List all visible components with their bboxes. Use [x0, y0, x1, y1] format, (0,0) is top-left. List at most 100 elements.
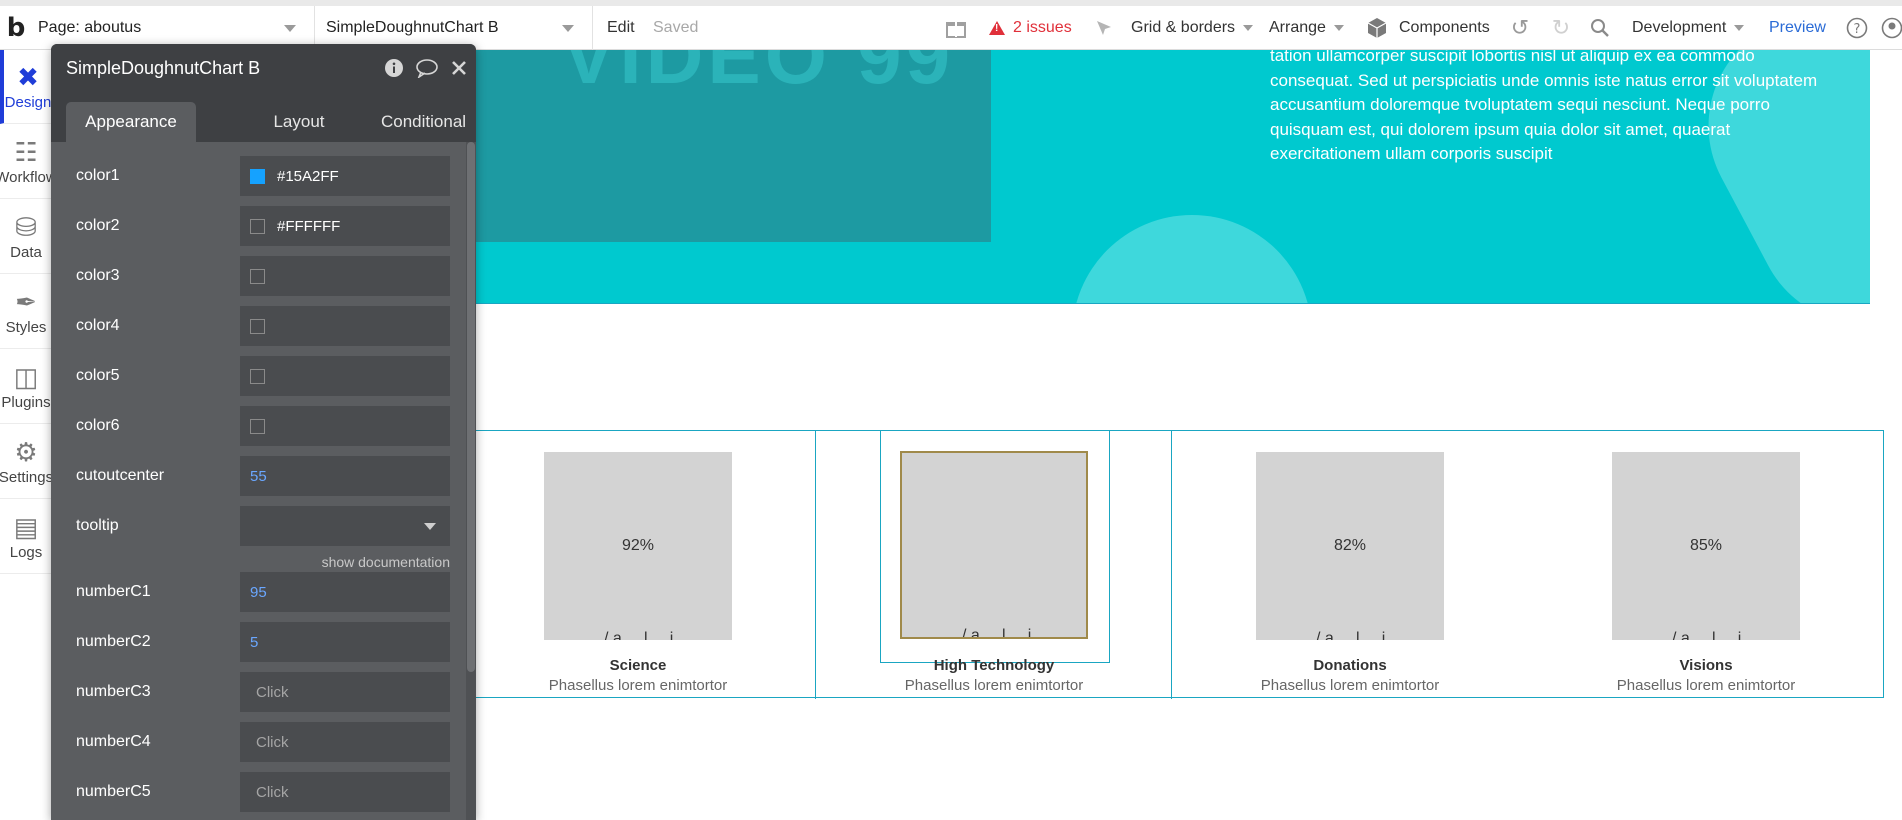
cube-icon	[1367, 18, 1387, 38]
property-editor[interactable]: SimpleDoughnutChart B Appearance Layout …	[51, 44, 476, 820]
stats-group[interactable]: 92% / a ... l ... i Science Phasellus lo…	[472, 430, 1884, 699]
tab-appearance[interactable]: Appearance	[66, 102, 196, 142]
field-label: color3	[76, 267, 120, 284]
tab-layout[interactable]: Layout	[249, 102, 349, 142]
stat-column-visions[interactable]: 85% / a ... l ... i Visions Phasellus lo…	[1528, 431, 1884, 699]
search-icon[interactable]	[1585, 6, 1615, 50]
cursor-icon[interactable]	[1092, 6, 1116, 50]
color-swatch[interactable]	[250, 368, 265, 384]
environment-select[interactable]: Development	[1632, 6, 1745, 50]
bubble-logo[interactable]: b	[2, 6, 30, 50]
property-editor-header[interactable]: SimpleDoughnutChart B	[51, 44, 476, 92]
chevron-down-icon	[1734, 25, 1745, 31]
numberC5-placeholder: Click	[256, 783, 289, 801]
stat-description[interactable]: Phasellus lorem enimtortor	[879, 677, 1109, 694]
help-icon[interactable]: ?	[1843, 6, 1871, 50]
property-editor-scrollbar[interactable]	[466, 142, 476, 820]
color1-input[interactable]: #15A2FF	[240, 156, 450, 196]
color-swatch[interactable]	[250, 168, 265, 184]
nav-plugins-label: Plugins	[1, 394, 51, 411]
doughnut-chart-donations[interactable]: 82% / a ... l ... i	[1256, 452, 1444, 640]
stat-percent: 92%	[621, 537, 655, 554]
stat-column-donations[interactable]: 82% / a ... l ... i Donations Phasellus …	[1172, 431, 1528, 699]
nav-styles[interactable]: ✒ Styles	[0, 275, 52, 349]
field-row-color4: color4	[51, 306, 461, 346]
numberC4-input[interactable]: Click	[240, 722, 450, 762]
color2-input[interactable]: #FFFFFF	[240, 206, 450, 246]
tooltip-dropdown[interactable]	[240, 506, 450, 546]
nav-workflow[interactable]: ☷ Workflow	[0, 125, 52, 199]
field-label: tooltip	[76, 517, 119, 534]
numberC5-input[interactable]: Click	[240, 772, 450, 812]
stat-description[interactable]: Phasellus lorem enimtortor	[1235, 677, 1465, 694]
color4-input[interactable]	[240, 306, 450, 346]
cutoutcenter-input[interactable]: 55	[240, 456, 450, 496]
scrollbar-thumb[interactable]	[467, 142, 475, 672]
color6-input[interactable]	[240, 406, 450, 446]
numberC2-value: 5	[250, 633, 259, 651]
show-documentation-link[interactable]: show documentation	[51, 554, 450, 570]
color5-input[interactable]	[240, 356, 450, 396]
stat-name[interactable]: High Technology	[879, 657, 1109, 674]
components-button[interactable]: Components	[1365, 6, 1490, 50]
doughnut-chart-high-technology[interactable]: / a ... l ... i	[900, 451, 1088, 639]
nav-data[interactable]: ⛁ Data	[0, 200, 52, 274]
numberC1-value: 95	[250, 583, 267, 601]
close-icon[interactable]	[450, 59, 468, 77]
undo-icon[interactable]: ↺	[1505, 6, 1535, 50]
hero-paragraph[interactable]: tation ullamcorper suscipit lobortis nis…	[1270, 50, 1830, 167]
redo-icon[interactable]: ↻	[1546, 6, 1576, 50]
stat-clipped-text: / a ... l ... i	[604, 630, 674, 640]
nav-logs[interactable]: ▤ Logs	[0, 500, 52, 574]
account-icon[interactable]	[1880, 6, 1902, 50]
stat-name[interactable]: Visions	[1591, 657, 1821, 674]
property-editor-actions	[384, 44, 468, 92]
grid-borders-menu[interactable]: Grid & borders	[1131, 6, 1254, 50]
stat-description[interactable]: Phasellus lorem enimtortor	[1591, 677, 1821, 694]
numberC2-input[interactable]: 5	[240, 622, 450, 662]
color2-value: #FFFFFF	[277, 217, 341, 235]
edit-menu[interactable]: Edit	[607, 6, 635, 50]
components-label: Components	[1399, 19, 1490, 36]
nav-plugins[interactable]: ◫ Plugins	[0, 350, 52, 424]
page-select-label: Page: aboutus	[38, 19, 142, 36]
doughnut-chart-science[interactable]: 92% / a ... l ... i	[544, 452, 732, 640]
preview-link[interactable]: Preview	[1769, 6, 1826, 50]
numberC1-input[interactable]: 95	[240, 572, 450, 612]
field-row-color3: color3	[51, 256, 461, 296]
numberC3-placeholder: Click	[256, 683, 289, 701]
field-label: color2	[76, 217, 120, 234]
color1-value: #15A2FF	[277, 167, 339, 185]
nav-design[interactable]: ✖ Design	[0, 50, 52, 124]
stat-description[interactable]: Phasellus lorem enimtortor	[523, 677, 753, 694]
numberC3-input[interactable]: Click	[240, 672, 450, 712]
color-swatch[interactable]	[250, 418, 265, 434]
field-label: numberC4	[76, 733, 151, 750]
tab-conditional[interactable]: Conditional	[381, 102, 476, 142]
canvas-gutter	[1870, 50, 1902, 304]
stat-column-science[interactable]: 92% / a ... l ... i Science Phasellus lo…	[473, 431, 760, 699]
doughnut-chart-visions[interactable]: 85% / a ... l ... i	[1612, 452, 1800, 640]
issues-button[interactable]: 2 issues	[989, 6, 1072, 50]
field-row-numberC3: numberC3 Click	[51, 672, 461, 712]
field-row-color2: color2 #FFFFFF	[51, 206, 461, 246]
field-label: numberC3	[76, 683, 151, 700]
gift-icon[interactable]	[942, 6, 970, 50]
stat-name[interactable]: Donations	[1235, 657, 1465, 674]
stat-clipped-text: / a ... l ... i	[1316, 630, 1386, 640]
color-swatch[interactable]	[250, 268, 265, 284]
color3-input[interactable]	[240, 256, 450, 296]
field-row-numberC4: numberC4 Click	[51, 722, 461, 762]
stat-name[interactable]: Science	[523, 657, 753, 674]
nav-settings[interactable]: ⚙ Settings	[0, 425, 52, 499]
nav-styles-label: Styles	[5, 319, 47, 336]
comment-icon[interactable]	[416, 58, 438, 78]
color-swatch[interactable]	[250, 318, 265, 334]
field-label: numberC1	[76, 583, 151, 600]
color-swatch[interactable]	[250, 218, 265, 234]
stat-column-high-technology[interactable]: / a ... l ... i High Technology Phasellu…	[815, 430, 1172, 699]
nav-design-label: Design	[4, 94, 52, 111]
info-icon[interactable]	[384, 58, 404, 78]
arrange-menu[interactable]: Arrange	[1269, 6, 1344, 50]
data-icon: ⛁	[15, 212, 37, 242]
